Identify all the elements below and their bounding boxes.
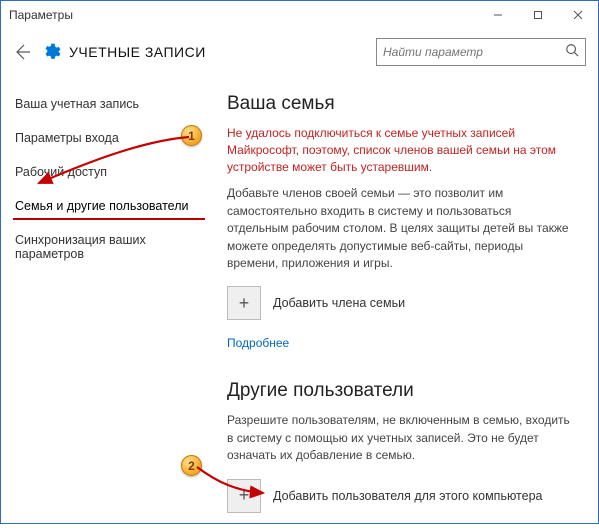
topbar: УЧЕТНЫЕ ЗАПИСИ (1, 29, 598, 79)
sidebar-item-signin-options[interactable]: Параметры входа (1, 121, 211, 155)
sidebar-item-your-account[interactable]: Ваша учетная запись (1, 87, 211, 121)
back-button[interactable] (5, 35, 39, 69)
add-other-user-label: Добавить пользователя для этого компьюте… (273, 489, 543, 503)
annotation-badge-1: 1 (181, 125, 202, 146)
close-button[interactable] (558, 1, 598, 29)
gear-icon (39, 40, 63, 64)
sidebar-item-family-other-users[interactable]: Семья и другие пользователи (1, 189, 211, 223)
annotation-badge-2: 2 (181, 455, 202, 476)
window-title: Параметры (9, 8, 478, 22)
titlebar: Параметры (1, 1, 598, 29)
minimize-button[interactable] (478, 1, 518, 29)
other-users-heading: Другие пользователи (227, 380, 570, 402)
plus-icon: + (227, 286, 261, 320)
section-title: УЧЕТНЫЕ ЗАПИСИ (69, 44, 376, 60)
more-link[interactable]: Подробнее (227, 336, 289, 350)
main-panel: Ваша семья Не удалось подключиться к сем… (211, 79, 598, 531)
arrow-left-icon (12, 42, 32, 62)
add-family-member-button[interactable]: + Добавить члена семьи (227, 286, 570, 320)
family-error-text: Не удалось подключиться к семье учетных … (227, 125, 570, 175)
add-family-label: Добавить члена семьи (273, 296, 405, 310)
sidebar: Ваша учетная запись Параметры входа Рабо… (1, 79, 211, 531)
add-other-user-button[interactable]: + Добавить пользователя для этого компью… (227, 479, 570, 513)
maximize-button[interactable] (518, 1, 558, 29)
other-users-description: Разрешите пользователям, не включенным в… (227, 412, 570, 464)
plus-icon: + (227, 479, 261, 513)
sidebar-item-sync-settings[interactable]: Синхронизация ваших параметров (1, 223, 211, 271)
search-box[interactable] (376, 38, 586, 66)
family-description: Добавьте членов своей семьи — это позвол… (227, 185, 570, 272)
sidebar-item-work-access[interactable]: Рабочий доступ (1, 155, 211, 189)
family-heading: Ваша семья (227, 93, 570, 115)
search-input[interactable] (383, 45, 565, 59)
search-icon (565, 43, 579, 62)
